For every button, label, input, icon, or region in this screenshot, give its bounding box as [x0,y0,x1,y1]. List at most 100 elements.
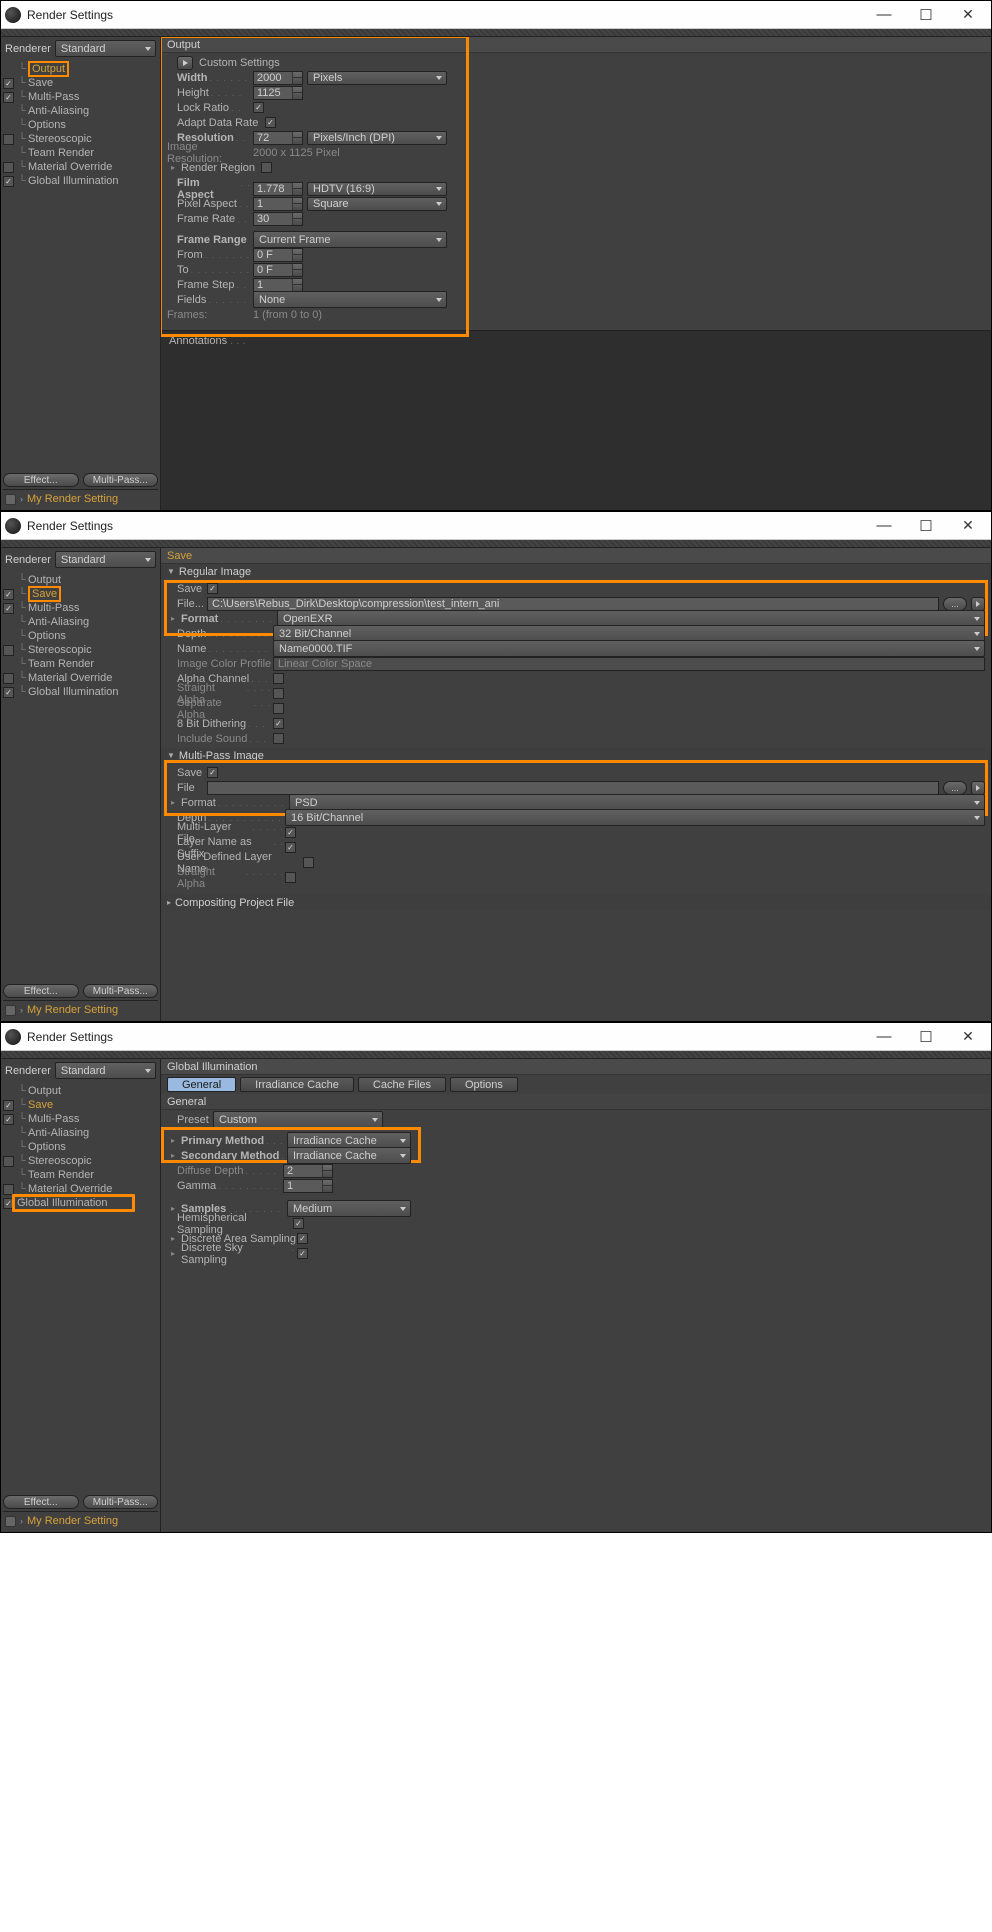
width-field[interactable]: 2000 [253,71,303,85]
group-compositing[interactable]: ▸Compositing Project File [161,895,991,910]
browse-button[interactable]: ... [943,597,967,611]
expand-icon[interactable]: ▸ [171,163,181,172]
mp-file-menu-button[interactable] [971,781,985,795]
fields-dropdown[interactable]: None [253,291,447,308]
sidebar-checkbox[interactable] [3,673,14,684]
sidebar-item-anti-aliasing[interactable]: └Anti-Aliasing [1,104,160,118]
effect-button[interactable]: Effect... [3,473,79,487]
gamma-field[interactable]: 1 [283,1179,333,1193]
height-field[interactable]: 1125 [253,86,303,100]
frame-step-field[interactable]: 1 [253,278,303,292]
discrete-sky-checkbox[interactable]: ✓ [297,1248,308,1259]
sidebar-item-options[interactable]: └Options [1,118,160,132]
sidebar-checkbox[interactable]: ✓ [3,1100,14,1111]
multipass-button[interactable]: Multi-Pass... [83,473,159,487]
toolbar-grip[interactable] [1,1051,991,1059]
render-region-checkbox[interactable] [261,162,272,173]
sidebar-checkbox[interactable] [3,645,14,656]
pixel-aspect-field[interactable]: 1 [253,197,303,211]
width-unit-dropdown[interactable]: Pixels [307,71,447,85]
adapt-data-rate-checkbox[interactable]: ✓ [265,117,276,128]
mp-save-checkbox[interactable]: ✓ [207,767,218,778]
file-path-field[interactable]: C:\Users\Rebus_Dirk\Desktop\compression\… [207,597,939,611]
sidebar-item-multi-pass[interactable]: ✓└Multi-Pass [1,1112,160,1126]
renderer-dropdown[interactable]: Standard [55,551,156,568]
tab-irradiance-cache[interactable]: Irradiance Cache [240,1077,354,1092]
sidebar-checkbox[interactable] [3,134,14,145]
sidebar-item-multi-pass[interactable]: ✓└Multi-Pass [1,601,160,615]
effect-button[interactable]: Effect... [3,984,79,998]
sidebar-item-output[interactable]: └Output [1,62,160,76]
resolution-field[interactable]: 72 [253,131,303,145]
sidebar-item-output[interactable]: └Output [1,573,160,587]
expand-icon[interactable]: ▸ [171,1136,181,1145]
renderer-dropdown[interactable]: Standard [55,40,156,57]
sidebar-item-stereoscopic[interactable]: └Stereoscopic [1,643,160,657]
sidebar-item-save[interactable]: ✓└Save [1,587,160,601]
film-aspect-dropdown[interactable]: HDTV (16:9) [307,182,447,196]
multipass-button[interactable]: Multi-Pass... [83,984,159,998]
titlebar[interactable]: Render Settings — ☐ ✕ [1,1023,991,1051]
sidebar-item-material-override[interactable]: └Material Override [1,160,160,174]
toolbar-grip[interactable] [1,540,991,548]
sidebar-checkbox[interactable] [3,1184,14,1195]
sidebar-item-options[interactable]: └Options [1,629,160,643]
sidebar-item-save[interactable]: ✓└Save [1,1098,160,1112]
sidebar-item-save[interactable]: ✓└Save [1,76,160,90]
sidebar-item-global-illumination[interactable]: ✓└Global Illumination [1,1196,160,1210]
titlebar[interactable]: Render Settings — ☐ ✕ [1,1,991,29]
user-defined-layer-checkbox[interactable] [303,857,314,868]
sidebar-item-global-illumination[interactable]: ✓└Global Illumination [1,174,160,188]
expand-icon[interactable]: ▸ [171,1249,181,1258]
close-button[interactable]: ✕ [947,513,989,539]
pixel-aspect-dropdown[interactable]: Square [307,197,447,211]
samples-dropdown[interactable]: Medium [287,1200,411,1217]
sidebar-item-options[interactable]: └Options [1,1140,160,1154]
secondary-method-dropdown[interactable]: Irradiance Cache [287,1147,411,1164]
sidebar-item-anti-aliasing[interactable]: └Anti-Aliasing [1,1126,160,1140]
mp-file-field[interactable] [207,781,939,795]
resolution-unit-dropdown[interactable]: Pixels/Inch (DPI) [307,131,447,145]
lock-ratio-checkbox[interactable]: ✓ [253,102,264,113]
toolbar-grip[interactable] [1,29,991,37]
render-preset-row[interactable]: › My Render Setting [3,1000,158,1019]
tab-general[interactable]: General [167,1077,236,1092]
to-field[interactable]: 0 F [253,263,303,277]
sidebar-checkbox[interactable]: ✓ [3,176,14,187]
name-dropdown[interactable]: Name0000.TIF [273,640,985,657]
dithering-checkbox[interactable]: ✓ [273,718,284,729]
sidebar-item-multi-pass[interactable]: ✓└Multi-Pass [1,90,160,104]
titlebar[interactable]: Render Settings — ☐ ✕ [1,512,991,540]
tab-cache-files[interactable]: Cache Files [358,1077,446,1092]
minimize-button[interactable]: — [863,1024,905,1050]
sidebar-checkbox[interactable]: ✓ [3,78,14,89]
sidebar-item-team-render[interactable]: └Team Render [1,146,160,160]
sidebar-item-material-override[interactable]: └Material Override [1,671,160,685]
from-field[interactable]: 0 F [253,248,303,262]
mp-browse-button[interactable]: ... [943,781,967,795]
film-aspect-field[interactable]: 1.778 [253,182,303,196]
hemispherical-checkbox[interactable]: ✓ [293,1218,304,1229]
expand-icon[interactable]: ▸ [171,1234,181,1243]
maximize-button[interactable]: ☐ [905,1024,947,1050]
sidebar-item-team-render[interactable]: └Team Render [1,1168,160,1182]
alpha-channel-checkbox[interactable] [273,673,284,684]
effect-button[interactable]: Effect... [3,1495,79,1509]
render-preset-row[interactable]: › My Render Setting [3,1511,158,1530]
renderer-dropdown[interactable]: Standard [55,1062,156,1079]
tab-options[interactable]: Options [450,1077,518,1092]
sidebar-checkbox[interactable] [3,162,14,173]
frame-rate-field[interactable]: 30 [253,212,303,226]
close-button[interactable]: ✕ [947,1024,989,1050]
sidebar-checkbox[interactable]: ✓ [3,589,14,600]
minimize-button[interactable]: — [863,513,905,539]
expand-icon[interactable]: ▸ [171,1151,181,1160]
expand-icon[interactable]: ▸ [171,798,181,807]
multi-layer-file-checkbox[interactable]: ✓ [285,827,296,838]
sidebar-checkbox[interactable]: ✓ [3,687,14,698]
sidebar-checkbox[interactable]: ✓ [3,603,14,614]
sidebar-checkbox[interactable]: ✓ [3,92,14,103]
sidebar-item-team-render[interactable]: └Team Render [1,657,160,671]
sidebar-item-stereoscopic[interactable]: └Stereoscopic [1,1154,160,1168]
group-regular-image[interactable]: ▼Regular Image [161,564,991,579]
